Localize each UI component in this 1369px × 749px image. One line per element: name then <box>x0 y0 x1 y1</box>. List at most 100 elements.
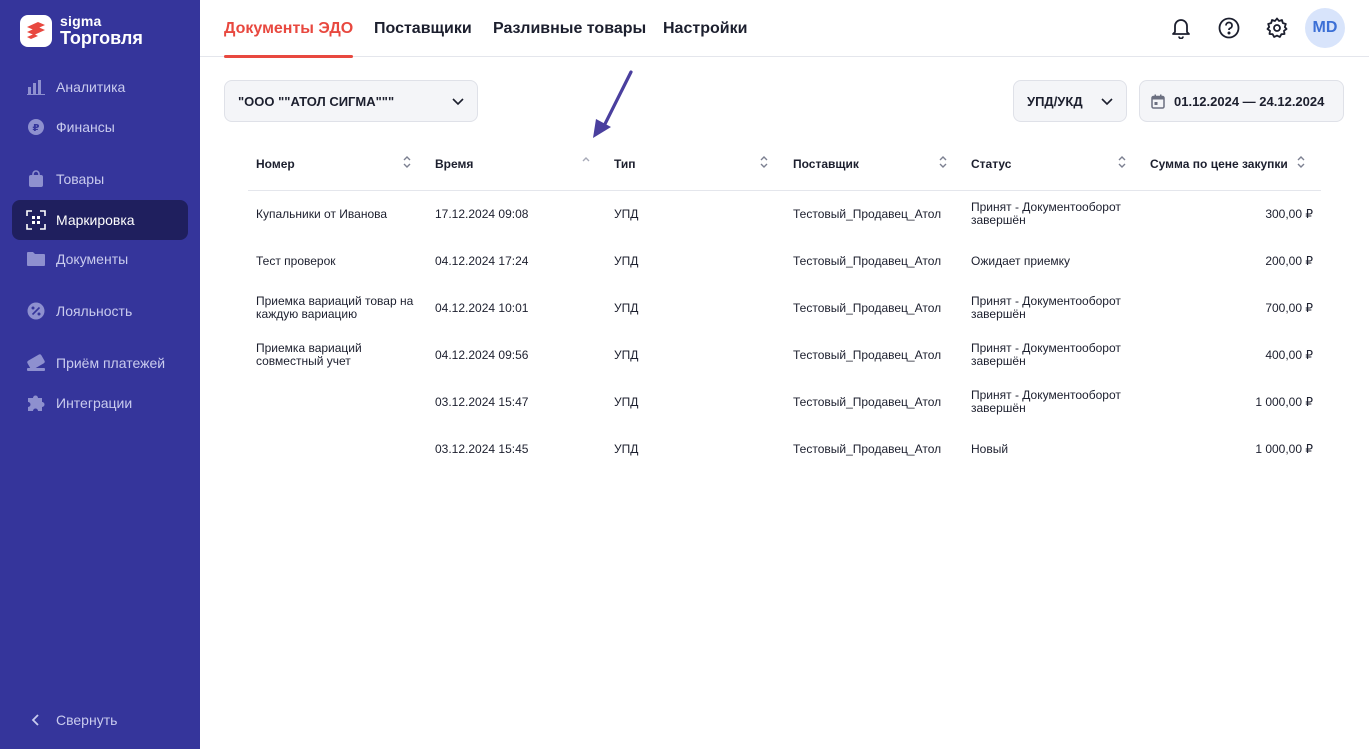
cell-type: УПД <box>614 442 639 456</box>
table-row[interactable]: Приемка вариаций товар на каждую вариаци… <box>248 285 1321 332</box>
cell-type: УПД <box>614 207 639 221</box>
table-row[interactable]: Приемка вариаций совместный учет 04.12.20… <box>248 332 1321 379</box>
sort-icon[interactable] <box>402 155 412 174</box>
sort-icon[interactable] <box>938 155 948 174</box>
tab-draft-goods[interactable]: Разливные товары <box>493 0 646 57</box>
cell-time: 04.12.2024 10:01 <box>435 301 529 315</box>
bell-icon[interactable] <box>1169 16 1193 40</box>
cell-time: 03.12.2024 15:47 <box>435 395 529 409</box>
sidebar-item-label: Лояльность <box>56 303 133 319</box>
sidebar-item-label: Финансы <box>56 119 115 135</box>
barcode-scan-icon <box>26 210 46 230</box>
doc-type-value: УПД/УКД <box>1027 93 1083 109</box>
cell-status: Принят - Документооборот завершён <box>971 294 1121 321</box>
table-row[interactable]: 03.12.2024 15:45 УПД Тестовый_Продавец_Ато… <box>248 426 1321 473</box>
folder-icon <box>26 249 46 269</box>
column-header-type[interactable]: Тип <box>614 157 636 171</box>
cell-time: 04.12.2024 17:24 <box>435 254 529 268</box>
date-range-value: 01.12.2024 — 24.12.2024 <box>1174 93 1325 109</box>
sort-ascending-icon[interactable] <box>581 155 591 174</box>
sidebar-item-label: Интеграции <box>56 395 133 411</box>
cell-amount: 200,00 ₽ <box>1265 254 1313 268</box>
sidebar-item-loyalty[interactable]: Лояльность <box>12 291 188 331</box>
calendar-icon <box>1151 94 1165 109</box>
sigma-logo-icon <box>20 14 52 47</box>
chart-bars-icon <box>26 77 46 97</box>
sidebar-item-analytics[interactable]: Аналитика <box>12 67 188 107</box>
top-navigation: Документы ЭДО Поставщики Разливные товар… <box>200 0 1369 58</box>
table-row[interactable]: 03.12.2024 15:47 УПД Тестовый_Продавец_Ато… <box>248 379 1321 426</box>
sort-icon[interactable] <box>1296 155 1306 174</box>
sort-icon[interactable] <box>1117 155 1127 174</box>
payment-card-icon <box>26 353 46 373</box>
cell-type: УПД <box>614 348 639 362</box>
cell-number: Приемка вариаций совместный учет <box>256 341 362 368</box>
ruble-coin-icon: ₽ <box>26 117 46 137</box>
cell-status: Ожидает приемку <box>971 254 1071 268</box>
tab-suppliers[interactable]: Поставщики <box>374 0 472 57</box>
cell-status: Принят - Документооборот завершён <box>971 388 1121 415</box>
sidebar-item-label: Аналитика <box>56 79 126 95</box>
cell-supplier: Тестовый_Продавец_Атол <box>793 442 942 456</box>
cell-type: УПД <box>614 301 639 315</box>
organization-value: "ООО ""АТОЛ СИГМА""" <box>238 93 395 109</box>
chevron-down-icon <box>1100 94 1114 111</box>
tab-edo-documents[interactable]: Документы ЭДО <box>224 0 354 58</box>
sort-icon[interactable] <box>759 155 769 174</box>
cell-number: Купальники от Иванова <box>256 207 388 221</box>
discount-badge-icon <box>26 301 46 321</box>
cell-number: Приемка вариаций товар на каждую вариаци… <box>256 294 414 321</box>
chevron-left-icon <box>26 710 46 730</box>
column-header-supplier[interactable]: Поставщик <box>793 157 859 171</box>
sidebar-item-products[interactable]: Товары <box>12 159 188 199</box>
cell-status: Новый <box>971 442 1009 456</box>
cell-supplier: Тестовый_Продавец_Атол <box>793 254 942 268</box>
cell-number: Тест проверок <box>256 254 336 268</box>
cell-time: 17.12.2024 09:08 <box>435 207 529 221</box>
sidebar-item-finance[interactable]: ₽ Финансы <box>12 107 188 147</box>
sidebar-item-integrations[interactable]: Интеграции <box>12 383 188 423</box>
cell-supplier: Тестовый_Продавец_Атол <box>793 395 942 409</box>
help-icon[interactable] <box>1217 16 1241 40</box>
tab-settings[interactable]: Настройки <box>663 0 747 57</box>
column-header-time[interactable]: Время <box>435 157 473 171</box>
table-row[interactable]: Тест проверок 04.12.2024 17:24 УПД Тестовый… <box>248 238 1321 285</box>
settings-gear-icon[interactable] <box>1265 16 1289 40</box>
organization-select[interactable]: "ООО ""АТОЛ СИГМА""" <box>224 80 478 122</box>
column-header-amount[interactable]: Сумма по цене закупки <box>1150 157 1288 171</box>
table-header: Номер Время Тип Поставщик Статус Сумма по цен… <box>248 140 1321 191</box>
logo[interactable]: sigma Торговля <box>20 14 143 47</box>
cell-time: 03.12.2024 15:45 <box>435 442 529 456</box>
cell-status: Принят - Документооборот завершён <box>971 341 1121 368</box>
table-row[interactable]: Купальники от Иванова 17.12.2024 09:08 УПД… <box>248 191 1321 238</box>
annotation-arrow-icon <box>593 70 633 138</box>
logo-brand: sigma <box>60 13 102 29</box>
avatar[interactable]: MD <box>1305 8 1345 48</box>
cell-supplier: Тестовый_Продавец_Атол <box>793 301 942 315</box>
sidebar-item-label: Маркировка <box>56 212 135 228</box>
sidebar-item-label: Товары <box>56 171 105 187</box>
collapse-label: Свернуть <box>56 712 118 728</box>
table-body: Купальники от Иванова 17.12.2024 09:08 УПД… <box>248 191 1321 473</box>
cell-status: Принят - Документооборот завершён <box>971 200 1121 227</box>
chevron-down-icon <box>451 94 465 111</box>
cell-amount: 1 000,00 ₽ <box>1255 442 1313 456</box>
column-header-number[interactable]: Номер <box>256 157 295 171</box>
cell-type: УПД <box>614 395 639 409</box>
sidebar-item-documents[interactable]: Документы <box>12 239 188 279</box>
sidebar-item-payments[interactable]: Приём платежей <box>12 343 188 383</box>
puzzle-icon <box>26 393 46 413</box>
shopping-bag-icon <box>26 169 46 189</box>
sidebar-item-label: Документы <box>56 251 129 267</box>
doc-type-select[interactable]: УПД/УКД <box>1013 80 1127 122</box>
svg-text:₽: ₽ <box>33 123 40 134</box>
cell-amount: 300,00 ₽ <box>1265 207 1313 221</box>
column-header-status[interactable]: Статус <box>971 157 1011 171</box>
cell-time: 04.12.2024 09:56 <box>435 348 529 362</box>
cell-amount: 700,00 ₽ <box>1265 301 1313 315</box>
collapse-sidebar-button[interactable]: Свернуть <box>12 700 188 740</box>
sidebar: sigma Торговля Аналитика ₽ Финансы Товар… <box>0 0 200 749</box>
date-range-picker[interactable]: 01.12.2024 — 24.12.2024 <box>1139 80 1344 122</box>
cell-supplier: Тестовый_Продавец_Атол <box>793 207 942 221</box>
sidebar-item-marking[interactable]: Маркировка <box>12 200 188 240</box>
